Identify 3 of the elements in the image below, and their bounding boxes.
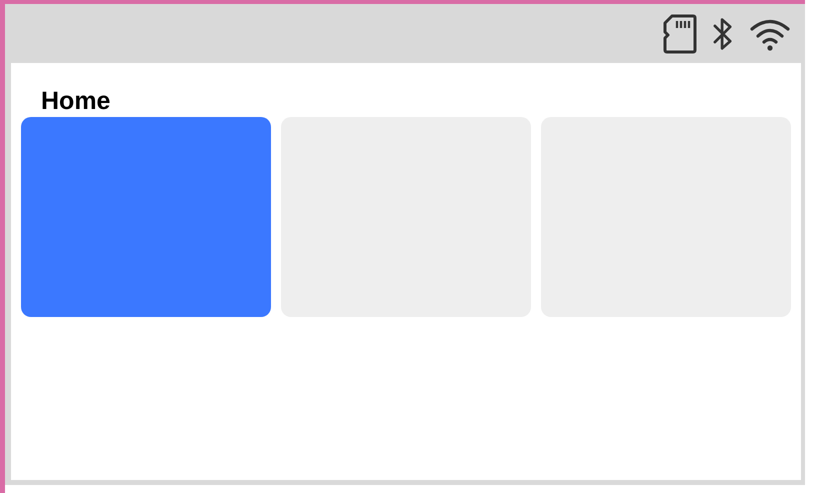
sd-card-icon xyxy=(663,14,697,54)
tile[interactable] xyxy=(21,117,271,317)
page-title: Home xyxy=(40,86,112,117)
